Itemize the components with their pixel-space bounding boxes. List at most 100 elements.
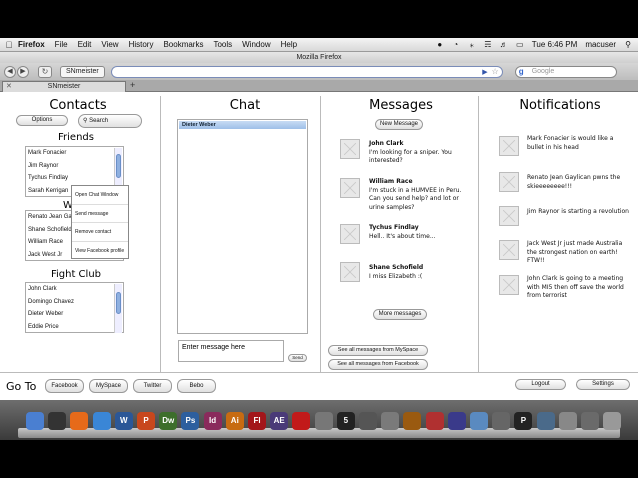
friend-item[interactable]: Tychus Findlay (26, 172, 123, 185)
menu-window[interactable]: Window (242, 40, 270, 49)
remove-contact-item[interactable]: Remove contact (72, 223, 128, 242)
view-facebook-profile-item[interactable]: View Facebook profile (72, 242, 128, 261)
message-body: Hell.. It's about time... (369, 232, 436, 240)
spotlight-icon[interactable]: ⚲ (624, 40, 632, 49)
fightclub-item[interactable]: Dieter Weber (26, 308, 123, 321)
twitter-link-button[interactable]: Twitter (133, 379, 172, 393)
fightclub-item[interactable]: Domingo Chavez (26, 296, 123, 309)
notification-item[interactable]: Mark Fonacier is would like a bullet in … (527, 135, 627, 152)
app-icon[interactable] (359, 412, 377, 430)
menubar-user[interactable]: macuser (585, 40, 616, 49)
open-chat-window-item[interactable]: Open Chat Window (72, 186, 128, 205)
app-icon[interactable] (403, 412, 422, 430)
app-icon[interactable] (314, 412, 333, 430)
settings-button[interactable]: Settings (576, 379, 630, 390)
menu-file[interactable]: File (55, 40, 68, 49)
menu-help[interactable]: Help (281, 40, 297, 49)
site-identity-button[interactable]: SNmeister (60, 65, 105, 78)
back-icon[interactable]: ◀ (4, 65, 16, 78)
notification-item[interactable]: Jack West Jr just made Australia the str… (527, 240, 627, 266)
tab-snmeister[interactable]: ✕ SNmeister (2, 81, 126, 92)
aftereffects-icon[interactable]: AE (270, 412, 289, 430)
menu-history[interactable]: History (129, 40, 154, 49)
volume-icon[interactable]: ♬ (500, 40, 508, 49)
bookmark-star-icon[interactable]: ☆ (492, 67, 499, 76)
go-arrow-icon[interactable]: ▶ (482, 68, 487, 76)
message-item[interactable]: John Clark I'm looking for a sniper. You… (369, 140, 469, 166)
message-sender: John Clark (369, 140, 404, 147)
avatar (499, 275, 519, 295)
apple-icon[interactable]:  (0, 40, 18, 50)
close-tab-icon[interactable]: ✕ (6, 82, 12, 92)
indesign-icon[interactable]: Id (203, 412, 222, 430)
column-divider (160, 96, 161, 372)
chat-active-contact[interactable]: Dieter Weber (179, 121, 306, 129)
forward-icon[interactable]: ▶ (17, 65, 29, 78)
firefox-icon[interactable] (70, 412, 89, 430)
app-icon[interactable] (492, 412, 511, 430)
finder-icon[interactable] (26, 412, 44, 430)
contacts-search-input[interactable]: ⚲ Search (78, 114, 142, 128)
bebo-link-button[interactable]: Bebo (177, 379, 216, 393)
app-icon[interactable] (536, 412, 555, 430)
fightclub-scroll-thumb[interactable] (116, 292, 121, 314)
new-tab-icon[interactable]: + (130, 80, 135, 90)
more-messages-button[interactable]: More messages (373, 309, 427, 320)
flash-icon[interactable]: Fl (248, 412, 266, 430)
google-icon[interactable]: g (519, 67, 524, 77)
menu-app-firefox[interactable]: Firefox (18, 40, 45, 49)
message-item[interactable]: Tychus Findlay Hell.. It's about time... (369, 224, 469, 241)
menu-bookmarks[interactable]: Bookmarks (163, 40, 203, 49)
dashboard-icon[interactable] (48, 412, 67, 430)
dreamweaver-icon[interactable]: Dw (159, 412, 178, 430)
menu-view[interactable]: View (101, 40, 118, 49)
status-icon[interactable]: ● (436, 40, 444, 49)
message-item[interactable]: Shane Schofield I miss Elizabeth :( (369, 264, 469, 281)
chat-message-input[interactable]: Enter message here (178, 340, 284, 362)
bluetooth-icon[interactable]: ⁎ (468, 40, 476, 49)
notification-item[interactable]: Renato Jean Gaylican pwns the skieeeeeee… (527, 174, 627, 191)
notification-item[interactable]: John Clark is going to a meeting with MI… (527, 275, 627, 301)
word-icon[interactable]: W (114, 412, 133, 430)
new-message-button[interactable]: New Message (375, 119, 423, 130)
message-item[interactable]: William Race I'm stuck in a HUMVEE in Pe… (369, 178, 473, 212)
send-message-item[interactable]: Send message (72, 205, 128, 223)
acrobat-icon[interactable] (292, 412, 311, 430)
menu-edit[interactable]: Edit (78, 40, 92, 49)
search-engine-input[interactable]: g Google (514, 65, 617, 78)
url-input[interactable]: ▶ ☆ (110, 65, 503, 78)
friend-item[interactable]: Mark Fonacier (26, 147, 123, 160)
app-icon[interactable] (381, 412, 400, 430)
app-icon[interactable] (581, 412, 599, 430)
menu-tools[interactable]: Tools (213, 40, 232, 49)
app-icon[interactable]: P (514, 412, 533, 430)
fightclub-item[interactable]: Eddie Price (26, 321, 123, 334)
app-icon[interactable]: 5 (336, 412, 355, 430)
app-icon[interactable] (447, 412, 466, 430)
friends-scroll-thumb[interactable] (116, 154, 121, 178)
trash-icon[interactable] (603, 412, 622, 430)
battery-icon[interactable]: ▭ (516, 40, 524, 49)
wifi-icon[interactable]: ☴ (484, 40, 492, 49)
illustrator-icon[interactable]: Ai (225, 412, 244, 430)
reload-icon[interactable]: ↻ (38, 65, 52, 78)
facebook-link-button[interactable]: Facebook (45, 379, 84, 393)
fightclub-scrollbar[interactable] (114, 284, 122, 333)
logout-button[interactable]: Logout (515, 379, 566, 390)
photoshop-icon[interactable]: Ps (181, 412, 200, 430)
app-icon[interactable] (558, 412, 577, 430)
options-button[interactable]: Options (16, 115, 68, 126)
safari-icon[interactable] (92, 412, 111, 430)
app-icon[interactable] (425, 412, 444, 430)
notification-item[interactable]: Jim Raynor is starting a revolution (527, 208, 633, 217)
friend-item[interactable]: Jim Raynor (26, 160, 123, 173)
sync-icon[interactable]: ◔ (452, 40, 460, 49)
facebook-messages-button[interactable]: See all messages from Facebook (328, 359, 428, 370)
app-icon[interactable] (470, 412, 488, 430)
myspace-link-button[interactable]: MySpace (89, 379, 128, 393)
powerpoint-icon[interactable]: P (137, 412, 155, 430)
fightclub-item[interactable]: John Clark (26, 283, 123, 296)
menubar-clock[interactable]: Tue 6:46 PM (532, 40, 578, 49)
myspace-messages-button[interactable]: See all messages from MySpace (328, 345, 428, 356)
send-button[interactable]: Send (288, 354, 307, 362)
